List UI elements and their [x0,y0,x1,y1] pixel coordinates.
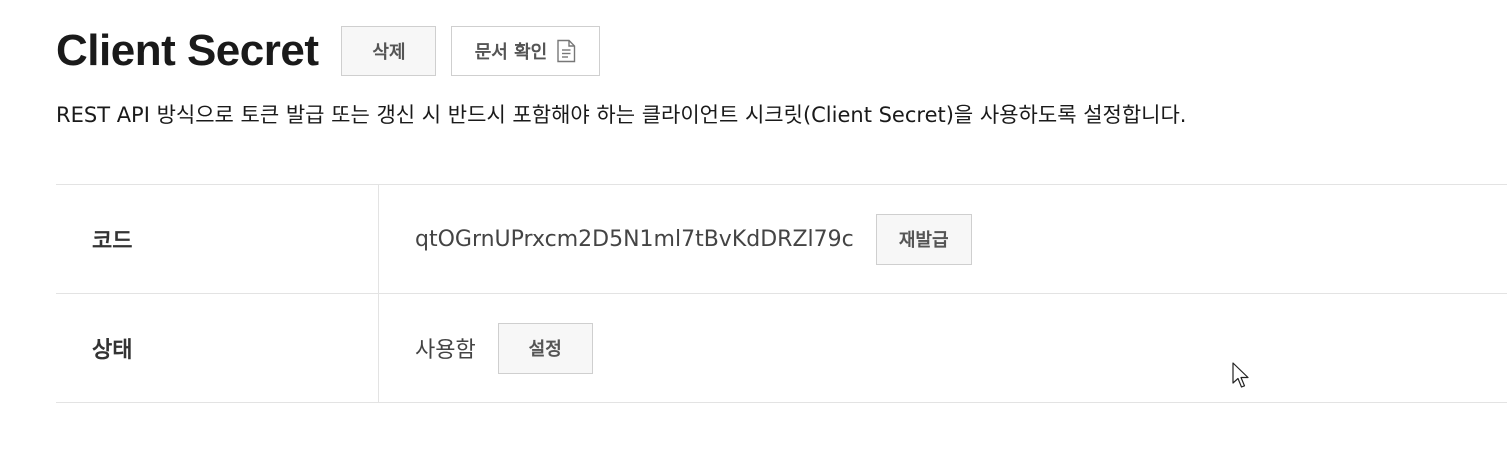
settings-table: 코드 qtOGrnUPrxcm2D5N1ml7tBvKdDRZl79c 재발급 … [56,184,1507,403]
status-value: 사용함 [415,338,476,363]
page-header: Client Secret 삭제 문서 확인 [56,26,601,76]
delete-button[interactable]: 삭제 [341,26,437,76]
mouse-pointer-icon [1232,362,1252,390]
table-row-status: 상태 사용함 설정 [56,294,1507,403]
section-description: REST API 방식으로 토큰 발급 또는 갱신 시 반드시 포함해야 하는 … [56,103,1187,127]
row-label-status: 상태 [56,294,379,402]
reissue-button[interactable]: 재발급 [875,213,972,265]
view-docs-button-label: 문서 확인 [474,42,548,63]
delete-button-label: 삭제 [372,42,406,63]
row-label-code: 코드 [56,185,379,293]
reissue-button-label: 재발급 [898,230,949,251]
client-secret-code-value: qtOGrnUPrxcm2D5N1ml7tBvKdDRZl79c [415,226,854,252]
status-setting-button-label: 설정 [528,339,562,360]
view-docs-button[interactable]: 문서 확인 [451,26,601,76]
table-row-code: 코드 qtOGrnUPrxcm2D5N1ml7tBvKdDRZl79c 재발급 [56,185,1507,294]
page-title: Client Secret [56,26,319,75]
row-content-code: qtOGrnUPrxcm2D5N1ml7tBvKdDRZl79c 재발급 [379,185,1507,293]
status-setting-button[interactable]: 설정 [497,322,593,374]
row-content-status: 사용함 설정 [379,294,1507,402]
document-icon [555,39,577,63]
